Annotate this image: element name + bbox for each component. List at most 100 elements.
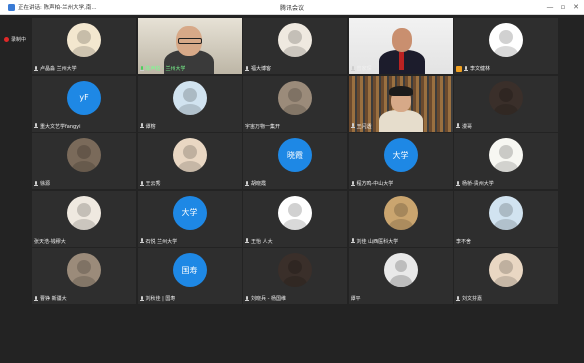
- participant-tile[interactable]: 漫哥: [454, 75, 558, 132]
- default-avatar-icon: [383, 253, 418, 287]
- participant-name: 张天浩-钱穆大: [34, 238, 66, 245]
- participant-tile[interactable]: 国寿刘秋佳 | 国寿: [137, 248, 242, 304]
- participant-name: 谭榕: [145, 123, 156, 130]
- participant-tile[interactable]: 刘佳 山西医科大学: [348, 190, 453, 247]
- participant-tile[interactable]: 卢晶淼 兰州大学: [32, 18, 136, 74]
- participant-nameplate: 刘秋佳 | 国寿: [139, 295, 176, 302]
- participant-name: 徐源: [40, 181, 51, 187]
- participant-nameplate: 漫哥: [456, 123, 472, 130]
- microphone-icon: [139, 238, 144, 244]
- participant-name: 刘晓兵 - 杨国维: [251, 296, 286, 302]
- microphone-icon: [350, 238, 355, 244]
- microphone-icon: [34, 65, 38, 72]
- microphone-icon: [464, 65, 468, 72]
- participant-tile[interactable]: 徐源: [32, 133, 136, 189]
- host-badge-icon: [456, 65, 462, 72]
- participant-avatar: [278, 23, 312, 57]
- participant-nameplate: 陈声柏 - 兰州大学: [139, 65, 186, 72]
- participant-nameplate: 张天浩-钱穆大: [34, 238, 66, 245]
- participant-tile[interactable]: 谭平: [348, 248, 453, 304]
- participant-nameplate: 王闪透: [350, 123, 372, 130]
- participant-nameplate: 程方鸣-中山大学: [350, 180, 394, 187]
- participant-nameplate: 王云秀: [139, 180, 161, 187]
- participant-nameplate: 曾家琛: [350, 65, 372, 72]
- participant-name: 胡晓霞: [251, 181, 267, 187]
- participant-avatar: [172, 138, 207, 172]
- participant-avatar: 国寿: [172, 253, 207, 287]
- participant-tile[interactable]: 杨桥-贵州大学: [454, 133, 558, 189]
- participant-name: 李文健林: [470, 66, 491, 72]
- participant-tile[interactable]: yF 重大文艺学fangyi: [32, 75, 136, 132]
- participant-nameplate: 徐源: [34, 180, 50, 187]
- microphone-icon: [245, 295, 249, 302]
- participant-name: 王云秀: [145, 181, 161, 187]
- participant-nameplate: 李文健林: [456, 65, 490, 72]
- participant-avatar: [67, 253, 101, 287]
- participant-tile[interactable]: 福大博客: [243, 18, 347, 74]
- participant-tile[interactable]: 张天浩-钱穆大: [32, 190, 136, 247]
- participant-name: 陈声柏 - 兰州大学: [145, 66, 186, 72]
- microphone-icon: [350, 180, 355, 187]
- participant-nameplate: 谭平: [351, 295, 361, 302]
- participant-nameplate: 王怡 人大: [245, 238, 273, 245]
- participant-name: 曾家琛: [356, 66, 372, 72]
- participant-name: 杨桥-贵州大学: [462, 181, 494, 187]
- participant-avatar: [278, 195, 312, 230]
- participant-name: 漫哥: [462, 123, 473, 130]
- participant-tile[interactable]: 陈声柏 - 兰州大学: [137, 18, 242, 74]
- participant-nameplate: 杨桥-贵州大学: [456, 180, 494, 187]
- participant-grid: 卢晶淼 兰州大学 陈声柏 - 兰州大学 福大博客 曾家琛 李文健林 yF 重大文艺学fang…: [32, 18, 558, 363]
- microphone-icon: [139, 65, 144, 72]
- participant-tile[interactable]: 李文健林: [454, 18, 558, 74]
- participant-avatar: [67, 23, 101, 57]
- participant-tile[interactable]: 大学 程方鸣-中山大学: [348, 133, 453, 189]
- participant-nameplate: 刘晓兵 - 杨国维: [245, 295, 286, 302]
- participant-tile[interactable]: 谭榕: [137, 75, 242, 132]
- recording-indicator[interactable]: 录制中: [4, 36, 26, 43]
- participant-avatar: yF: [67, 80, 101, 115]
- participant-name: 石悦 兰州大学: [145, 238, 178, 245]
- participant-nameplate: 福大博客: [245, 65, 271, 72]
- participant-name: 曹铮 新疆大: [40, 296, 67, 302]
- participant-nameplate: 曹铮 新疆大: [34, 295, 67, 302]
- participant-avatar: [489, 23, 523, 57]
- participant-name: 刘文芬嘉: [462, 296, 483, 302]
- participant-tile[interactable]: 王怡 人大: [243, 190, 347, 247]
- participant-avatar: 晓霞: [278, 138, 312, 172]
- participant-name: 谭平: [350, 296, 361, 302]
- microphone-icon: [34, 180, 38, 187]
- participant-avatar: [489, 80, 523, 115]
- participant-tile[interactable]: 晓霞胡晓霞: [243, 133, 347, 189]
- participant-tile[interactable]: 王云秀: [137, 133, 242, 189]
- maximize-button[interactable]: ▫: [557, 2, 569, 12]
- participant-name: 王怡 人大: [251, 238, 273, 245]
- participant-tile[interactable]: 李不舍: [454, 190, 558, 247]
- participant-tile[interactable]: 曾家琛: [348, 18, 453, 74]
- participant-name: 刘秋佳 | 国寿: [145, 296, 176, 302]
- participant-nameplate: 重大文艺学fangyi: [34, 123, 81, 130]
- microphone-icon: [245, 180, 249, 187]
- minimize-button[interactable]: —: [544, 2, 556, 12]
- participant-tile[interactable]: 王闪透: [348, 75, 453, 132]
- participant-nameplate: 刘文芬嘉: [456, 295, 482, 302]
- participant-nameplate: 宇宙万物一集开: [245, 123, 280, 130]
- participant-name: 卢晶淼 兰州大学: [40, 66, 77, 72]
- participant-avatar: [489, 195, 523, 230]
- participant-avatar: [67, 195, 101, 230]
- participant-tile[interactable]: 刘文芬嘉: [454, 248, 558, 304]
- participant-tile[interactable]: 大学石悦 兰州大学: [137, 190, 242, 247]
- participant-avatar: 大学: [172, 195, 207, 230]
- participant-tile[interactable]: 刘晓兵 - 杨国维: [243, 248, 347, 304]
- participant-nameplate: 李不舍: [456, 238, 471, 245]
- participant-name: 程方鸣-中山大学: [356, 181, 394, 187]
- record-dot-icon: [4, 37, 9, 42]
- title-bar: 正在讲话: 陈声柏-兰州大学,南... 腾讯会议 — ▫ ✕: [0, 0, 584, 15]
- window-title: 腾讯会议: [279, 5, 304, 12]
- participant-name: 重大文艺学fangyi: [40, 123, 81, 130]
- participant-tile[interactable]: 宇宙万物一集开: [243, 75, 347, 132]
- close-button[interactable]: ✕: [570, 2, 582, 12]
- participant-tile[interactable]: 曹铮 新疆大: [32, 248, 136, 304]
- participant-nameplate: 卢晶淼 兰州大学: [34, 65, 77, 72]
- microphone-icon: [139, 295, 144, 302]
- microphone-icon: [245, 238, 249, 244]
